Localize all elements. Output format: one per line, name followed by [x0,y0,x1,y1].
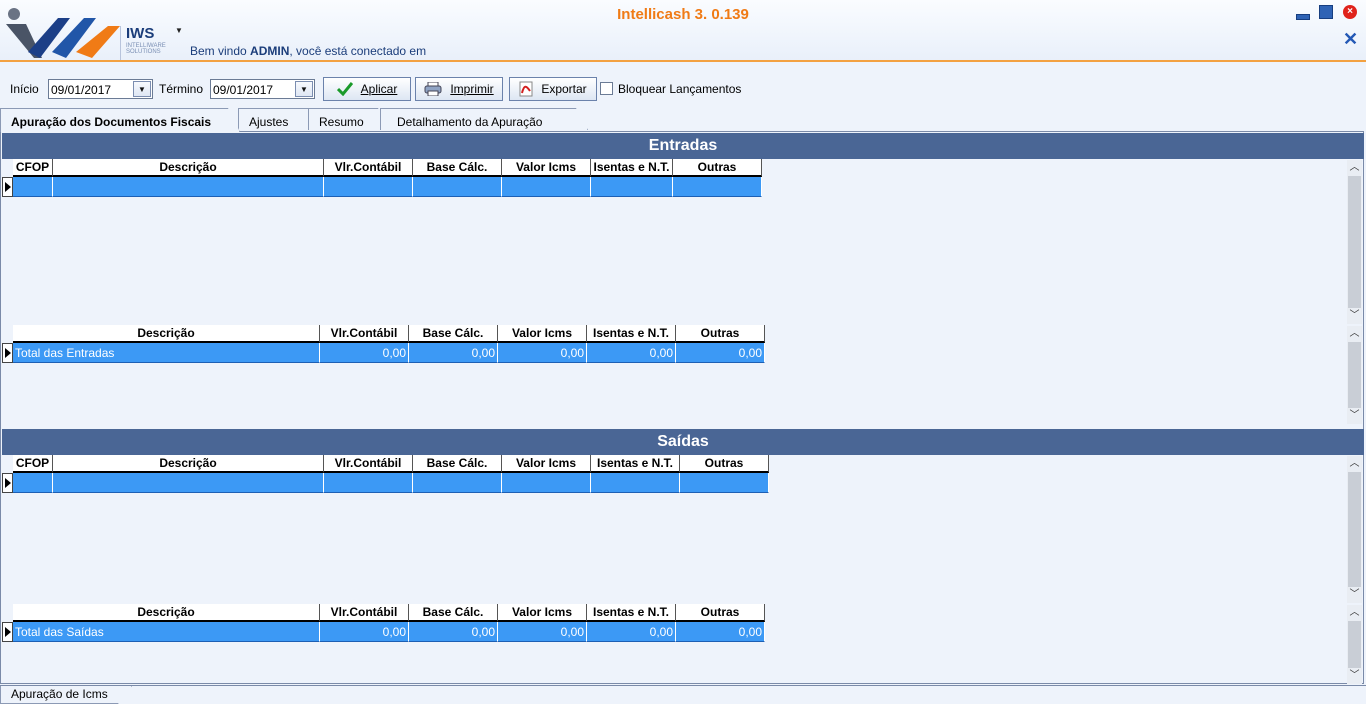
end-date-dropdown-icon[interactable]: ▼ [295,81,313,97]
column-header[interactable]: CFOP [13,159,53,177]
column-header[interactable]: Vlr.Contábil [320,325,409,343]
lock-entries-checkbox[interactable] [600,82,613,95]
scroll-up-icon[interactable]: ︿ [1347,456,1362,472]
logo-separator [120,26,121,60]
entradas-grid-header: CFOP Descrição Vlr.Contábil Base Cálc. V… [2,159,762,177]
column-header[interactable]: Base Cálc. [413,159,502,177]
entradas-header: Entradas [2,133,1364,159]
column-header[interactable]: Isentas e N.T. [591,159,673,177]
column-header[interactable]: Descrição [53,455,324,473]
export-button[interactable]: Exportar [509,77,597,101]
apply-button[interactable]: Aplicar [323,77,411,101]
pdf-icon [519,81,533,97]
column-header[interactable]: Descrição [53,159,324,177]
column-header[interactable]: Outras [680,455,769,473]
column-header[interactable]: Base Cálc. [409,604,498,622]
scroll-down-icon[interactable]: ﹀ [1347,408,1362,424]
entradas-totals-scrollbar[interactable]: ︿ ﹀ [1347,326,1362,424]
column-header[interactable]: Vlr.Contábil [320,604,409,622]
maximize-button[interactable] [1319,5,1333,19]
main-panel [0,131,1364,684]
end-date-value: 09/01/2017 [213,83,274,97]
tab-ajustes[interactable]: Ajustes [238,108,320,130]
welcome-message: Bem vindo ADMIN, você está conectado em [190,44,427,58]
end-date-label: Término [159,82,204,96]
column-header[interactable]: Outras [676,325,765,343]
export-label: Exportar [541,82,587,96]
saidas-grid[interactable]: CFOP Descrição Vlr.Contábil Base Cálc. V… [2,455,769,493]
print-button[interactable]: Imprimir [415,77,503,101]
row-indicator-icon [2,622,13,642]
tab-resumo[interactable]: Resumo [308,108,390,130]
logo-subtext: INTELLIWARE SOLUTIONS [126,43,166,55]
scroll-down-icon[interactable]: ﹀ [1347,587,1362,603]
table-row[interactable] [2,177,762,197]
title-bar: IWS INTELLIWARE SOLUTIONS ▼ Bem vindo AD… [0,0,1366,62]
column-header[interactable]: Base Cálc. [413,455,502,473]
column-header[interactable]: Outras [673,159,762,177]
logo-menu-caret-icon[interactable]: ▼ [175,26,183,35]
tab-detalhamento[interactable]: Detalhamento da Apuração [380,108,588,130]
close-window-button[interactable]: × [1343,5,1357,19]
column-header[interactable]: Valor Icms [498,325,587,343]
column-header[interactable]: Isentas e N.T. [587,604,676,622]
tab-apuracao-icms[interactable]: Apuração de Icms [0,686,132,704]
checkmark-icon [336,82,353,96]
printer-icon [424,82,442,96]
print-label: Imprimir [450,82,494,96]
row-indicator-icon [2,177,13,197]
scroll-down-icon[interactable]: ﹀ [1347,308,1362,324]
column-header[interactable]: Outras [676,604,765,622]
column-header[interactable]: Descrição [13,325,320,343]
minimize-button[interactable] [1295,5,1310,20]
saidas-totals-grid[interactable]: Descrição Vlr.Contábil Base Cálc. Valor … [2,604,765,642]
saidas-scrollbar[interactable]: ︿ ﹀ [1347,456,1362,603]
scroll-down-icon[interactable]: ﹀ [1347,668,1362,684]
tab-apuracao-documentos[interactable]: Apuração dos Documentos Fiscais [0,108,240,132]
saidas-totals-scrollbar[interactable]: ︿ ﹀ [1347,605,1362,684]
end-date-field[interactable]: 09/01/2017 ▼ [210,79,315,99]
row-indicator-icon [2,473,13,493]
column-header[interactable]: Base Cálc. [409,325,498,343]
scroll-thumb[interactable] [1348,472,1361,587]
table-row[interactable]: Total das Saídas 0,00 0,00 0,00 0,00 0,0… [2,622,765,642]
scroll-up-icon[interactable]: ︿ [1347,605,1362,621]
entradas-grid[interactable]: CFOP Descrição Vlr.Contábil Base Cálc. V… [2,159,762,197]
row-indicator-icon [2,343,13,363]
column-header[interactable]: CFOP [13,455,53,473]
entradas-scrollbar[interactable]: ︿ ﹀ [1347,160,1362,324]
column-header[interactable]: Valor Icms [502,159,591,177]
table-row[interactable]: Total das Entradas 0,00 0,00 0,00 0,00 0… [2,343,765,363]
column-header[interactable]: Valor Icms [502,455,591,473]
scroll-thumb[interactable] [1348,176,1361,308]
scroll-thumb[interactable] [1348,621,1361,668]
column-header[interactable]: Isentas e N.T. [591,455,680,473]
logo-text: IWS [126,25,155,42]
start-date-dropdown-icon[interactable]: ▼ [133,81,151,97]
table-row[interactable] [2,473,769,493]
scroll-up-icon[interactable]: ︿ [1347,160,1362,176]
saidas-header: Saídas [2,429,1364,455]
close-form-icon[interactable]: ✕ [1343,30,1358,48]
bottom-divider [0,685,1366,686]
app-title: Intellicash 3. 0.139 [617,6,749,23]
column-header[interactable]: Vlr.Contábil [324,159,413,177]
column-header[interactable]: Descrição [13,604,320,622]
start-date-value: 09/01/2017 [51,83,112,97]
scroll-up-icon[interactable]: ︿ [1347,326,1362,342]
lock-entries-label: Bloquear Lançamentos [618,82,742,96]
entradas-totals-grid[interactable]: Descrição Vlr.Contábil Base Cálc. Valor … [2,325,765,363]
apply-label: Aplicar [360,82,398,96]
column-header[interactable]: Valor Icms [498,604,587,622]
column-header[interactable]: Vlr.Contábil [324,455,413,473]
welcome-user: ADMIN [250,44,290,58]
scroll-thumb[interactable] [1348,342,1361,408]
start-date-field[interactable]: 09/01/2017 ▼ [48,79,153,99]
column-header[interactable]: Isentas e N.T. [587,325,676,343]
start-date-label: Início [10,82,39,96]
